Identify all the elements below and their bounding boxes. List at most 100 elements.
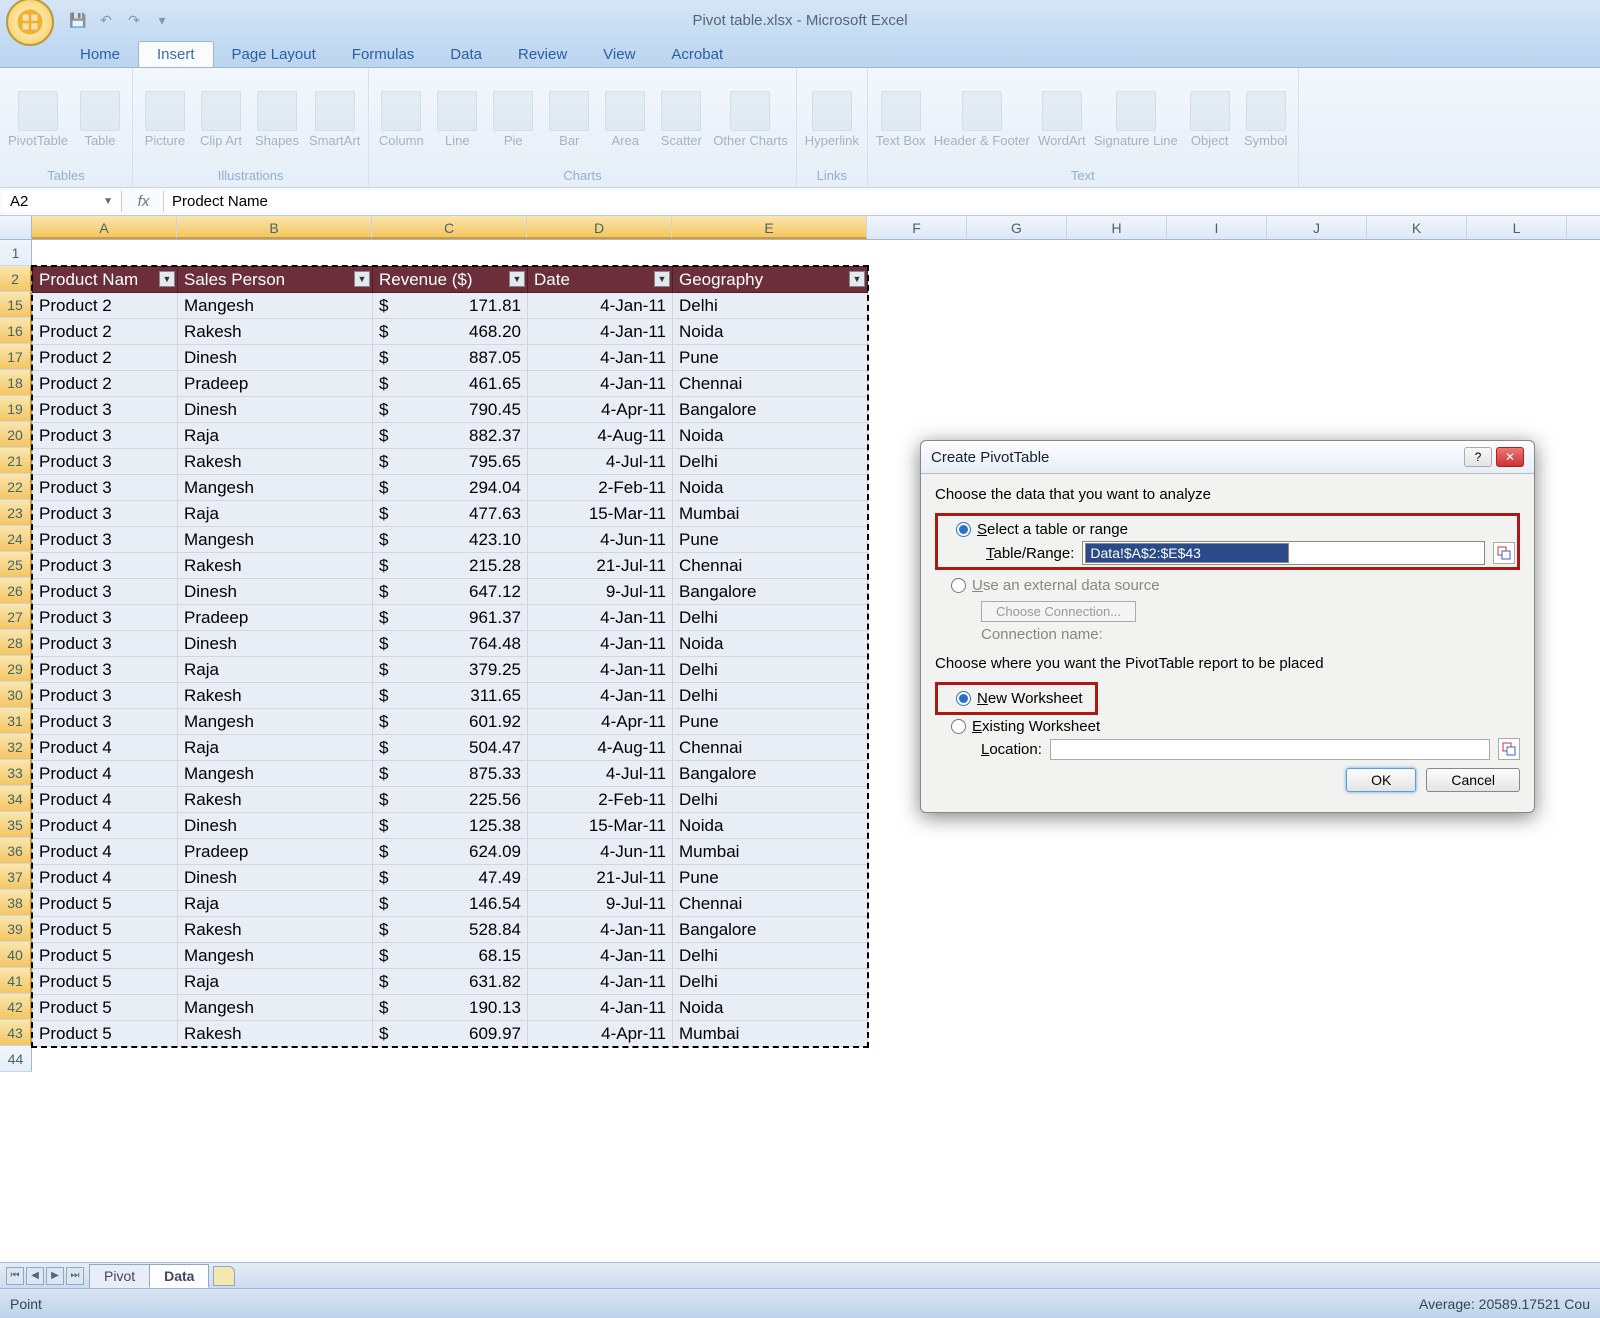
row-header-19[interactable]: 19 (0, 396, 32, 422)
cell[interactable]: Noida (673, 631, 868, 657)
cell[interactable]: Product 2 (33, 345, 178, 371)
cell[interactable]: 4-Jun-11 (528, 839, 673, 865)
row-header-30[interactable]: 30 (0, 682, 32, 708)
cell[interactable]: $146.54 (373, 891, 528, 917)
cell[interactable]: Bangalore (673, 917, 868, 943)
ribbon-smartart[interactable]: SmartArt (309, 91, 360, 148)
cell[interactable]: $311.65 (373, 683, 528, 709)
cell[interactable]: Chennai (673, 735, 868, 761)
undo-icon[interactable]: ↶ (96, 10, 116, 30)
row-header-42[interactable]: 42 (0, 994, 32, 1020)
cell[interactable]: 2-Feb-11 (528, 787, 673, 813)
cell[interactable]: Pradeep (178, 605, 373, 631)
filter-dropdown-icon[interactable]: ▼ (849, 271, 865, 287)
col-header-G[interactable]: G (967, 216, 1067, 239)
cell[interactable]: Rakesh (178, 787, 373, 813)
ribbon-column[interactable]: Column (377, 91, 425, 148)
cell[interactable]: Product 2 (33, 371, 178, 397)
cell[interactable]: 4-Aug-11 (528, 735, 673, 761)
col-header-H[interactable]: H (1067, 216, 1167, 239)
radio-existing-worksheet[interactable] (951, 719, 966, 734)
cell[interactable]: Product 5 (33, 891, 178, 917)
select-all-corner[interactable] (0, 216, 32, 239)
cell[interactable]: $961.37 (373, 605, 528, 631)
ribbon-table[interactable]: Table (76, 91, 124, 148)
table-row[interactable]: Product 2Dinesh$887.054-Jan-11Pune (33, 345, 868, 371)
cell[interactable]: Raja (178, 423, 373, 449)
cell[interactable]: $125.38 (373, 813, 528, 839)
cell[interactable]: Product 5 (33, 1021, 178, 1047)
cell[interactable]: Pune (673, 865, 868, 891)
cell[interactable]: 4-Jan-11 (528, 371, 673, 397)
filter-dropdown-icon[interactable]: ▼ (509, 271, 525, 287)
filter-dropdown-icon[interactable]: ▼ (354, 271, 370, 287)
cell[interactable]: $68.15 (373, 943, 528, 969)
cell[interactable]: $468.20 (373, 319, 528, 345)
cell[interactable]: Product 3 (33, 631, 178, 657)
cell[interactable]: Product 3 (33, 527, 178, 553)
cell[interactable]: $882.37 (373, 423, 528, 449)
tab-data[interactable]: Data (432, 42, 500, 67)
location-input[interactable] (1050, 739, 1490, 760)
cell[interactable]: $215.28 (373, 553, 528, 579)
cell[interactable]: $609.97 (373, 1021, 528, 1047)
cell[interactable]: 21-Jul-11 (528, 553, 673, 579)
cell[interactable]: $379.25 (373, 657, 528, 683)
table-row[interactable]: Product 3Raja$882.374-Aug-11Noida (33, 423, 868, 449)
col-header-K[interactable]: K (1367, 216, 1467, 239)
cell[interactable]: Delhi (673, 293, 868, 319)
ribbon-clip-art[interactable]: Clip Art (197, 91, 245, 148)
cell[interactable]: Noida (673, 319, 868, 345)
cell[interactable]: Product 3 (33, 579, 178, 605)
header-cell[interactable]: Product Nam▼ (33, 267, 178, 293)
row-header-44[interactable]: 44 (0, 1046, 32, 1072)
cell[interactable]: Product 4 (33, 761, 178, 787)
col-header-D[interactable]: D (527, 216, 672, 239)
location-picker-icon[interactable] (1498, 738, 1520, 760)
col-header-F[interactable]: F (867, 216, 967, 239)
cell[interactable]: Bangalore (673, 761, 868, 787)
cell[interactable]: 15-Mar-11 (528, 501, 673, 527)
cell[interactable]: 4-Jan-11 (528, 969, 673, 995)
cell[interactable]: Raja (178, 891, 373, 917)
col-header-A[interactable]: A (32, 216, 177, 239)
cells-area[interactable]: Product Nam▼Sales Person▼Revenue ($)▼Dat… (32, 240, 868, 1072)
cell[interactable]: 4-Jan-11 (528, 657, 673, 683)
table-row[interactable]: Product 3Pradeep$961.374-Jan-11Delhi (33, 605, 868, 631)
cell[interactable]: 4-Aug-11 (528, 423, 673, 449)
cell[interactable]: $764.48 (373, 631, 528, 657)
cell[interactable]: Delhi (673, 449, 868, 475)
cell[interactable]: Chennai (673, 371, 868, 397)
cell[interactable]: Pune (673, 709, 868, 735)
table-row[interactable]: Product 3Dinesh$790.454-Apr-11Bangalore (33, 397, 868, 423)
cell[interactable]: Product 4 (33, 735, 178, 761)
table-row[interactable]: Product 3Rakesh$311.654-Jan-11Delhi (33, 683, 868, 709)
cell[interactable]: 4-Jan-11 (528, 293, 673, 319)
ribbon-line[interactable]: Line (433, 91, 481, 148)
cell[interactable]: Dinesh (178, 631, 373, 657)
table-row[interactable]: Product 3Rakesh$795.654-Jul-11Delhi (33, 449, 868, 475)
cell[interactable]: Noida (673, 475, 868, 501)
cell[interactable]: Raja (178, 735, 373, 761)
new-sheet-button[interactable] (213, 1266, 235, 1286)
redo-icon[interactable]: ↷ (124, 10, 144, 30)
cell[interactable]: Product 5 (33, 969, 178, 995)
cell[interactable]: Raja (178, 501, 373, 527)
col-header-E[interactable]: E (672, 216, 867, 239)
formula-input[interactable]: Prodect Name (164, 191, 1600, 212)
cell[interactable]: $171.81 (373, 293, 528, 319)
opt-new-worksheet[interactable]: New Worksheet (940, 687, 1093, 710)
cell[interactable]: $294.04 (373, 475, 528, 501)
cell[interactable]: Raja (178, 657, 373, 683)
header-cell[interactable]: Date▼ (528, 267, 673, 293)
table-row[interactable]: Product 5Mangesh$68.154-Jan-11Delhi (33, 943, 868, 969)
opt-select-table[interactable]: Select a table or range (940, 518, 1515, 541)
cell[interactable]: Mangesh (178, 475, 373, 501)
radio-external-source[interactable] (951, 578, 966, 593)
header-cell[interactable]: Geography▼ (673, 267, 868, 293)
table-row[interactable]: Product 5Mangesh$190.134-Jan-11Noida (33, 995, 868, 1021)
cell[interactable]: Product 3 (33, 683, 178, 709)
cell[interactable]: $528.84 (373, 917, 528, 943)
cell[interactable]: Product 3 (33, 553, 178, 579)
table-row[interactable]: Product 5Raja$146.549-Jul-11Chennai (33, 891, 868, 917)
